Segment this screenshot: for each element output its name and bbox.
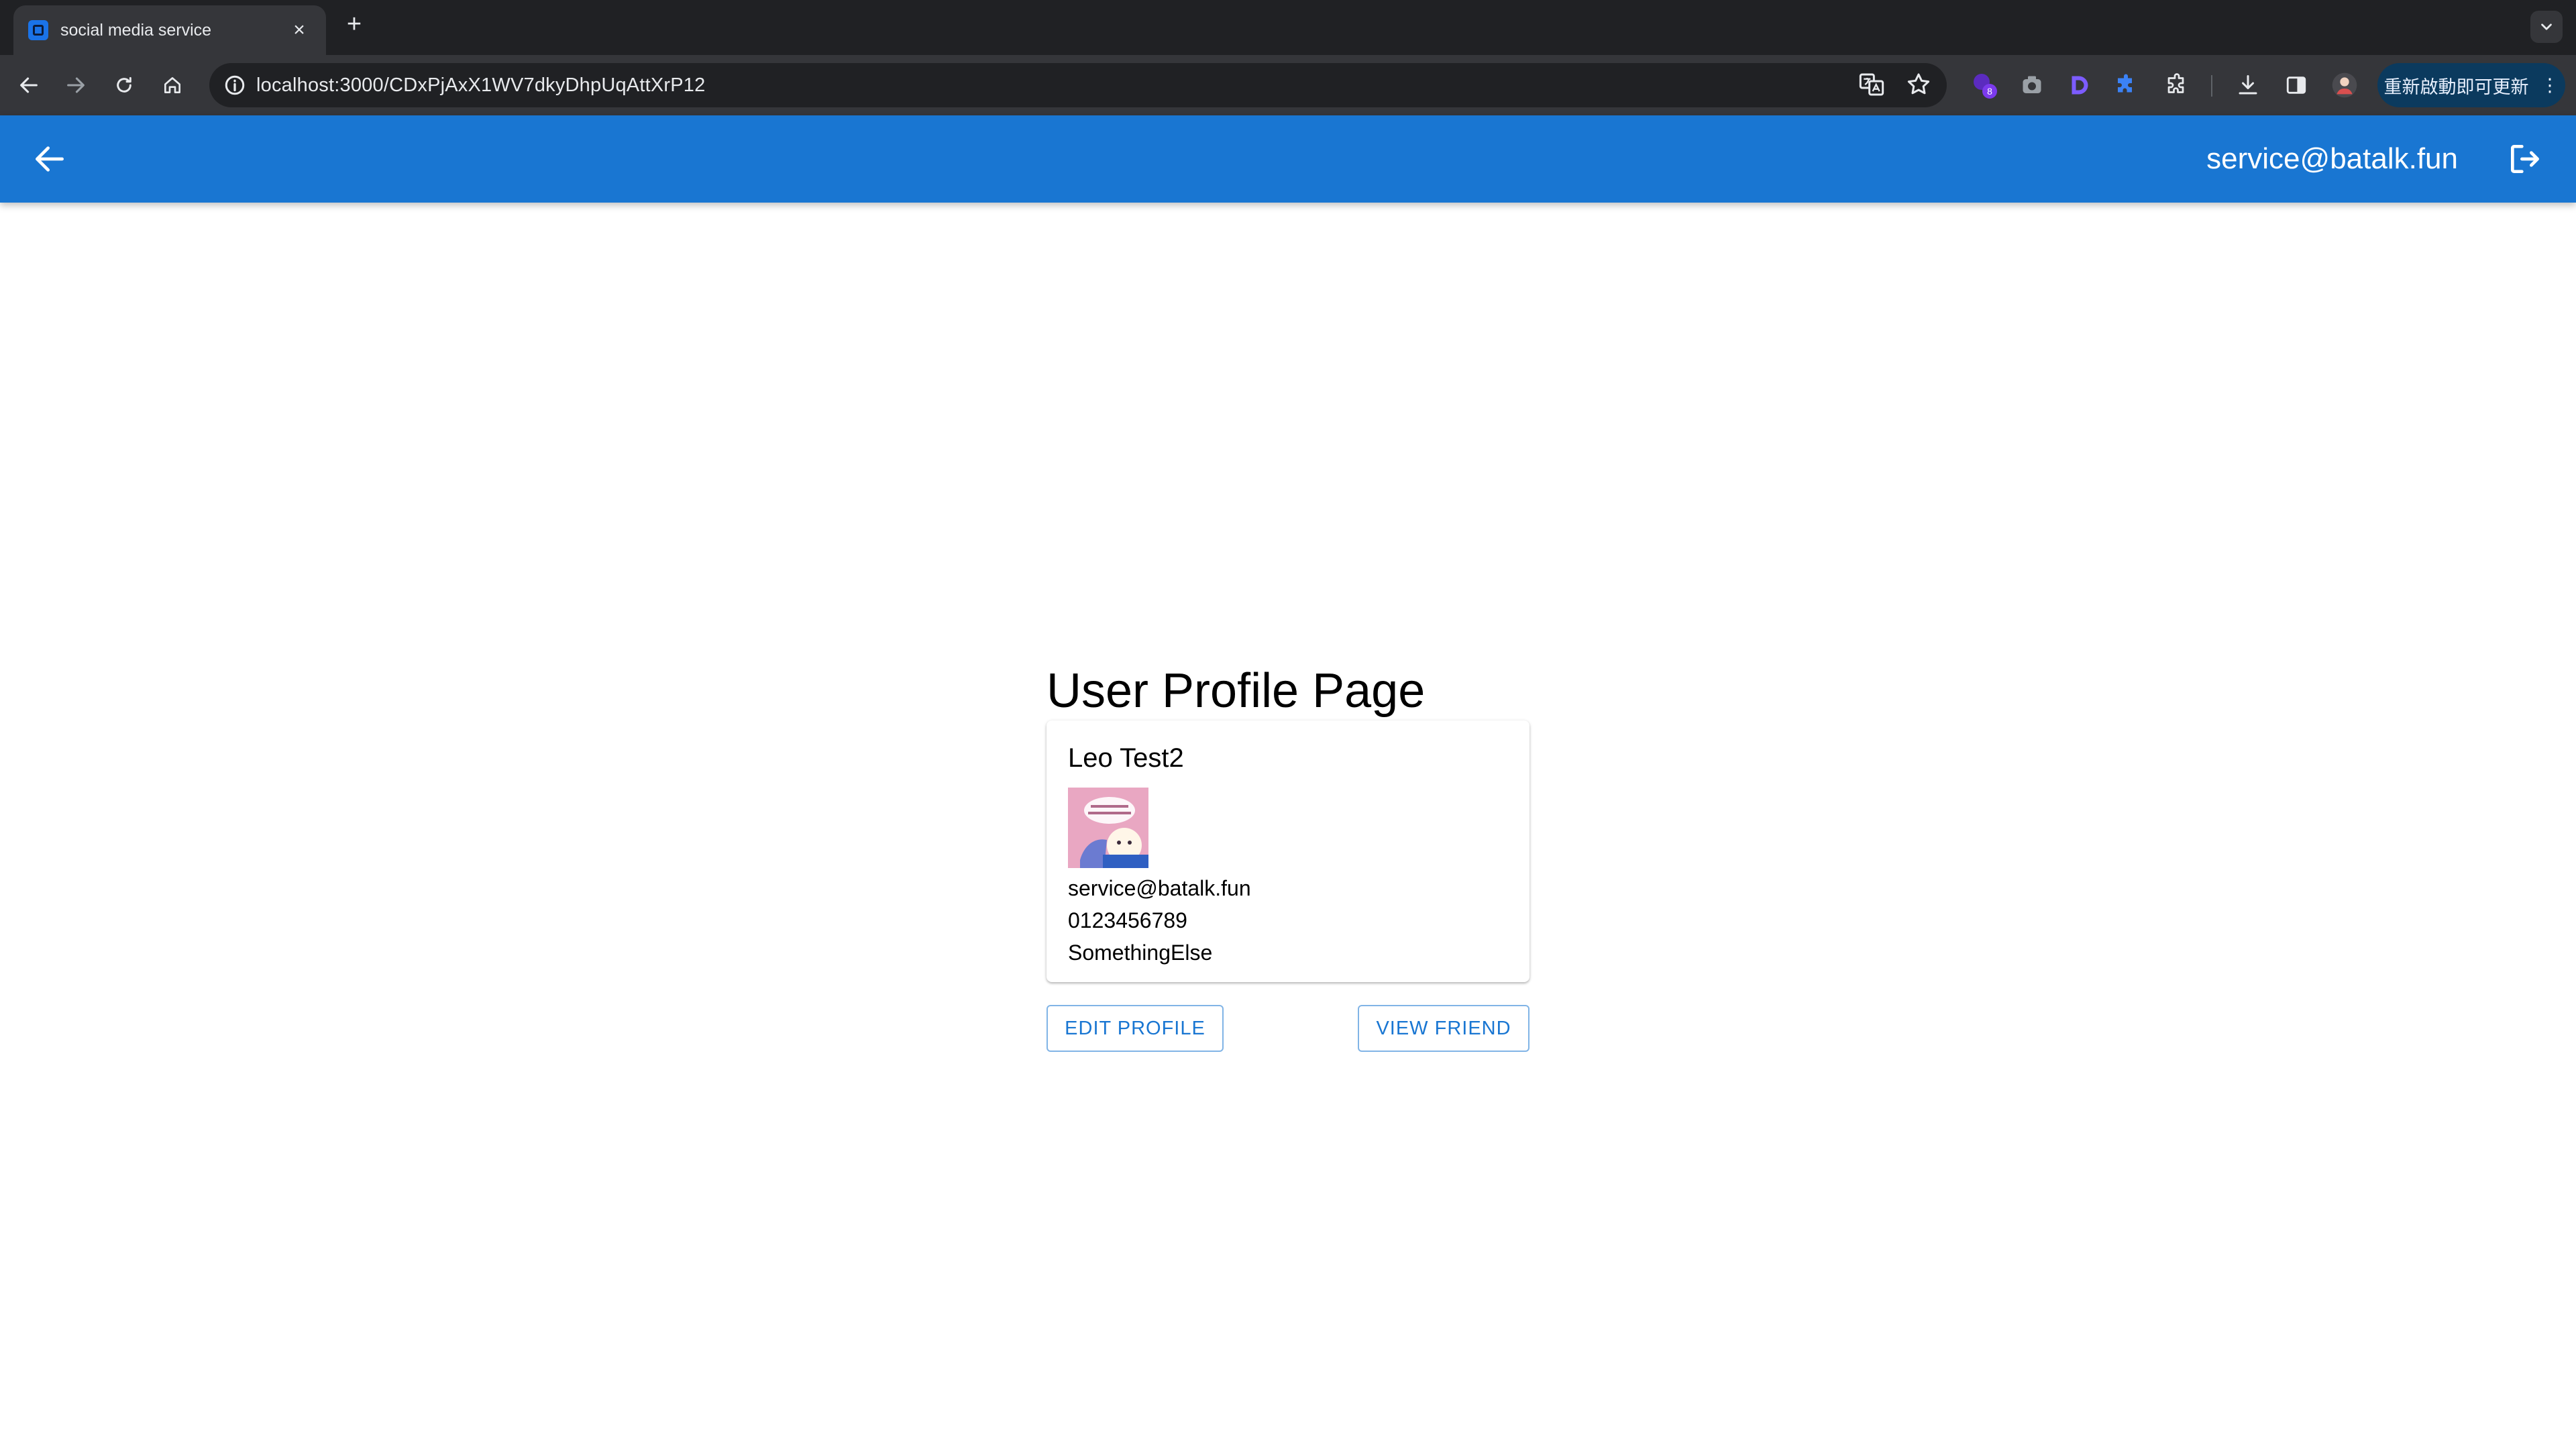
arrow-left-icon [20,77,38,93]
new-tab-button[interactable]: + [341,11,368,38]
side-panel-icon [2286,76,2306,94]
address-bar[interactable]: localhost:3000/CDxPjAxX1WV7dkyDhpUqAttXr… [209,63,1947,107]
extension-badge-count: 8 [1987,86,1992,97]
edit-profile-button[interactable]: EDIT PROFILE [1046,1005,1224,1052]
back-arrow-icon[interactable] [31,140,68,178]
profile-bio: SomethingElse [1068,941,1213,965]
url-text: localhost:3000/CDxPjAxX1WV7dkyDhpUqAttXr… [256,74,706,96]
camera-extension-button[interactable] [2017,70,2047,101]
kebab-menu-icon[interactable]: ⋮ [2541,75,2559,96]
d-extension-button[interactable] [2063,70,2094,101]
camera-icon [2023,76,2041,93]
profile-avatar-button[interactable] [2329,70,2360,101]
browser-back-button[interactable] [12,68,46,102]
browser-toolbar: localhost:3000/CDxPjAxX1WV7dkyDhpUqAttXr… [0,55,2576,115]
arrow-right-icon [67,77,85,93]
site-info-icon[interactable] [223,73,247,97]
tab-search-button[interactable] [2530,11,2563,43]
logout-icon[interactable] [2506,140,2544,178]
profile-email: service@batalk.fun [1068,876,1251,900]
tab-close-icon[interactable]: × [287,19,311,42]
view-friend-button[interactable]: VIEW FRIEND [1358,1005,1529,1052]
browser-tab[interactable]: social media service × [13,5,326,55]
chevron-down-icon [2541,23,2552,30]
translate-icon[interactable] [1858,71,1885,98]
site-favicon-icon [28,20,48,40]
browser-forward-button[interactable] [59,68,93,102]
page-title: User Profile Page [1046,664,1426,718]
reload-icon [117,76,131,93]
update-label: 重新啟動即可更新 [2383,76,2529,97]
reload-button[interactable] [107,68,141,102]
puzzle-icon [2167,73,2184,93]
d-logo-icon [2072,76,2088,95]
side-panel-button[interactable] [2281,70,2312,101]
profile-avatar-image [1068,788,1148,868]
extensions-menu-button[interactable] [2161,70,2192,101]
extension-purple-icon: 8 [1974,74,1997,99]
home-icon [164,77,180,93]
extension-badge-button[interactable]: 8 [1970,70,2000,101]
puzzle-blue-icon [2118,74,2132,93]
browser-tab-bar: social media service × + [0,0,2576,55]
profile-avatar-icon [2332,72,2357,98]
profile-card: Leo Test2 service@batalk.fun 0123456789 … [1046,720,1529,982]
profile-phone: 0123456789 [1068,908,1187,932]
app-bar: service@batalk.fun [0,115,2576,203]
home-button[interactable] [156,68,189,102]
bookmark-star-icon[interactable] [1905,71,1932,98]
toolbar-divider [2211,75,2212,97]
update-chrome-button[interactable]: 重新啟動即可更新 ⋮ [2377,63,2565,107]
downloads-button[interactable] [2233,70,2263,101]
download-icon [2239,75,2257,95]
current-user-email: service@batalk.fun [2206,142,2458,175]
tab-title: social media service [60,20,212,40]
profile-name: Leo Test2 [1068,743,1184,773]
puzzle-blue-extension-button[interactable] [2110,70,2141,101]
